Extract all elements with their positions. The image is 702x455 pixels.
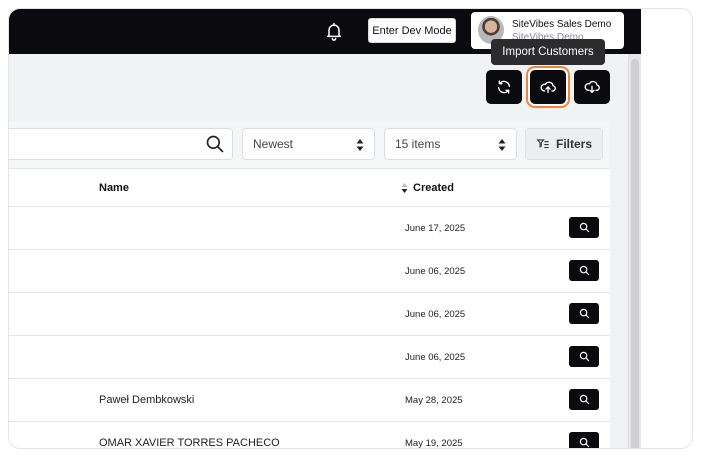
sort-select[interactable]: Newest: [242, 128, 375, 160]
sort-select-value: Newest: [253, 137, 294, 151]
export-customers-button[interactable]: [574, 70, 610, 104]
table-row: June 06, 2025: [9, 250, 610, 293]
refresh-icon: [498, 80, 510, 94]
import-customers-button[interactable]: [530, 70, 566, 104]
row-name: OMAR XAVIER TORRES PACHECO: [99, 437, 280, 449]
row-name: Paweł Dembkowski: [99, 394, 195, 406]
row-created: May 28, 2025: [405, 395, 463, 406]
search-icon: [579, 222, 589, 233]
row-created: June 17, 2025: [405, 223, 466, 234]
search-icon: [579, 308, 589, 319]
table-row: June 06, 2025: [9, 336, 610, 379]
scrollbar-thumb[interactable]: [631, 59, 639, 448]
customers-table-card: Newest 15 items Filters Name Created Jun…: [9, 121, 610, 449]
sort-icon[interactable]: [401, 183, 408, 193]
table-header: Name Created: [9, 169, 610, 207]
content-panel: Newest 15 items Filters Name Created Jun…: [9, 54, 641, 449]
row-created: June 06, 2025: [405, 266, 466, 277]
view-button[interactable]: [569, 432, 599, 448]
filters-label: Filters: [555, 137, 592, 151]
bell-icon[interactable]: [324, 21, 344, 41]
search-icon[interactable]: [205, 134, 225, 154]
cloud-download-icon: [584, 80, 600, 93]
search-icon: [579, 265, 589, 276]
row-created: June 06, 2025: [405, 352, 466, 363]
enter-dev-mode-button[interactable]: Enter Dev Mode: [368, 18, 456, 43]
column-header-name[interactable]: Name: [99, 182, 129, 194]
filter-icon: [536, 139, 549, 149]
table-row: June 06, 2025: [9, 293, 610, 336]
view-button[interactable]: [569, 389, 599, 410]
search-icon: [579, 394, 589, 405]
view-button[interactable]: [569, 217, 599, 238]
page-size-select[interactable]: 15 items: [384, 128, 517, 160]
select-arrows-icon: [356, 139, 364, 151]
search-icon: [579, 437, 589, 448]
row-created: May 19, 2025: [405, 438, 463, 449]
table-row: June 17, 2025: [9, 207, 610, 250]
app-frame: Enter Dev Mode SiteVibes Sales Demo Site…: [8, 8, 693, 449]
page-size-value: 15 items: [395, 137, 441, 151]
filter-bar: Newest 15 items Filters: [9, 121, 610, 169]
refresh-button[interactable]: [486, 70, 522, 104]
search-icon: [579, 351, 589, 362]
table-row: OMAR XAVIER TORRES PACHECO May 19, 2025: [9, 422, 610, 449]
user-name: SiteVibes Sales Demo: [512, 19, 612, 30]
view-button[interactable]: [569, 260, 599, 281]
cloud-upload-icon: [540, 81, 556, 93]
view-button[interactable]: [569, 346, 599, 367]
filters-button[interactable]: Filters: [525, 128, 603, 160]
view-button[interactable]: [569, 303, 599, 324]
import-customers-tooltip: Import Customers: [491, 39, 605, 65]
column-header-created[interactable]: Created: [413, 182, 454, 194]
search-input[interactable]: [9, 128, 233, 160]
table-row: Paweł Dembkowski May 28, 2025: [9, 379, 610, 422]
select-arrows-icon: [498, 139, 506, 151]
row-created: June 06, 2025: [405, 309, 466, 320]
